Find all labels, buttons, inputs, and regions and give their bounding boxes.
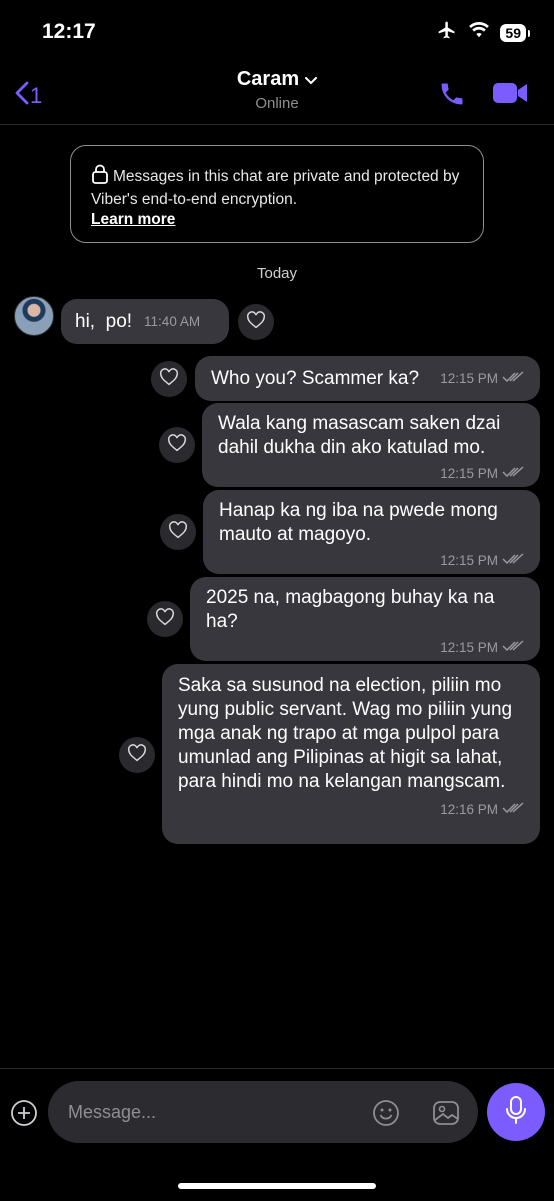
message-bubble-outgoing[interactable]: Wala kang masascam saken dzai dahil dukh… (202, 403, 540, 487)
encryption-notice: Messages in this chat are private and pr… (70, 145, 484, 243)
voice-message-button[interactable] (487, 1083, 545, 1141)
message-input[interactable] (66, 1100, 360, 1124)
gallery-icon (432, 1101, 460, 1131)
like-button[interactable] (151, 361, 187, 397)
video-icon (492, 83, 528, 110)
read-receipt-icon (502, 798, 524, 822)
emoji-icon (372, 1100, 400, 1131)
message-text: hi, po! (75, 310, 133, 332)
message-time: 12:15 PM (440, 367, 524, 391)
read-receipt-icon (502, 462, 524, 486)
contact-name: Caram (236, 68, 300, 90)
message-bubble-outgoing[interactable]: Saka sa susunod na election, piliin mo y… (162, 664, 540, 844)
mic-icon (504, 1095, 528, 1130)
like-button[interactable] (147, 601, 183, 637)
phone-icon (438, 83, 466, 112)
battery-icon: 59 (500, 23, 530, 42)
message-time: 12:15 PM (219, 549, 524, 573)
status-bar: 12:17 59 (0, 0, 554, 66)
emoji-button[interactable] (372, 1099, 400, 1132)
status-icons: 59 (436, 20, 530, 45)
video-call-button[interactable] (492, 80, 528, 111)
message-time: 12:15 PM (218, 462, 524, 486)
call-button[interactable] (438, 80, 466, 113)
message-text: Saka sa susunod na election, piliin mo y… (178, 675, 513, 792)
chat-title-area[interactable]: Caram Online (0, 68, 554, 112)
chevron-down-icon (305, 68, 318, 91)
avatar[interactable] (14, 296, 54, 336)
message-bubble-outgoing[interactable]: Hanap ka ng iba na pwede mong mauto at m… (203, 490, 540, 574)
encryption-notice-text: Messages in this chat are private and pr… (91, 168, 460, 208)
plus-icon (10, 1100, 38, 1131)
message-time: 12:16 PM (178, 798, 524, 822)
attach-button[interactable] (10, 1099, 38, 1132)
learn-more-link[interactable]: Learn more (91, 210, 463, 230)
message-bubble-outgoing[interactable]: 2025 na, magbagong buhay ka na ha? 12:15… (190, 577, 540, 661)
heart-icon (159, 367, 179, 391)
heart-icon (127, 743, 147, 767)
like-button[interactable] (119, 737, 155, 773)
gallery-button[interactable] (432, 1099, 460, 1132)
contact-status: Online (255, 95, 299, 112)
message-composer (0, 1068, 554, 1201)
read-receipt-icon (502, 636, 524, 660)
message-time: 11:40 AM (144, 313, 201, 329)
date-separator: Today (256, 265, 298, 282)
airplane-icon (436, 20, 458, 45)
heart-icon (155, 607, 175, 631)
lock-icon (91, 164, 109, 190)
message-text: Wala kang masascam saken dzai dahil dukh… (218, 413, 501, 458)
like-button[interactable] (160, 514, 196, 550)
home-indicator (178, 1183, 376, 1189)
status-time: 12:17 (42, 20, 96, 43)
like-button[interactable] (238, 304, 274, 340)
read-receipt-icon (502, 549, 524, 573)
message-text: Who you? Scammer ka? (211, 367, 420, 389)
message-bubble-incoming[interactable]: hi, po! 11:40 AM (61, 299, 229, 344)
message-input-container[interactable] (48, 1081, 478, 1143)
message-bubble-outgoing[interactable]: Who you? Scammer ka? 12:15 PM (195, 356, 540, 401)
message-text: Hanap ka ng iba na pwede mong mauto at m… (219, 500, 498, 545)
heart-icon (168, 520, 188, 544)
chat-header: 1 Caram Online (0, 66, 554, 125)
heart-icon (167, 433, 187, 457)
wifi-icon (468, 21, 490, 44)
like-button[interactable] (159, 427, 195, 463)
message-time: 12:15 PM (206, 636, 524, 660)
read-receipt-icon (502, 367, 524, 391)
message-text: 2025 na, magbagong buhay ka na ha? (206, 587, 495, 632)
heart-icon (246, 310, 266, 334)
